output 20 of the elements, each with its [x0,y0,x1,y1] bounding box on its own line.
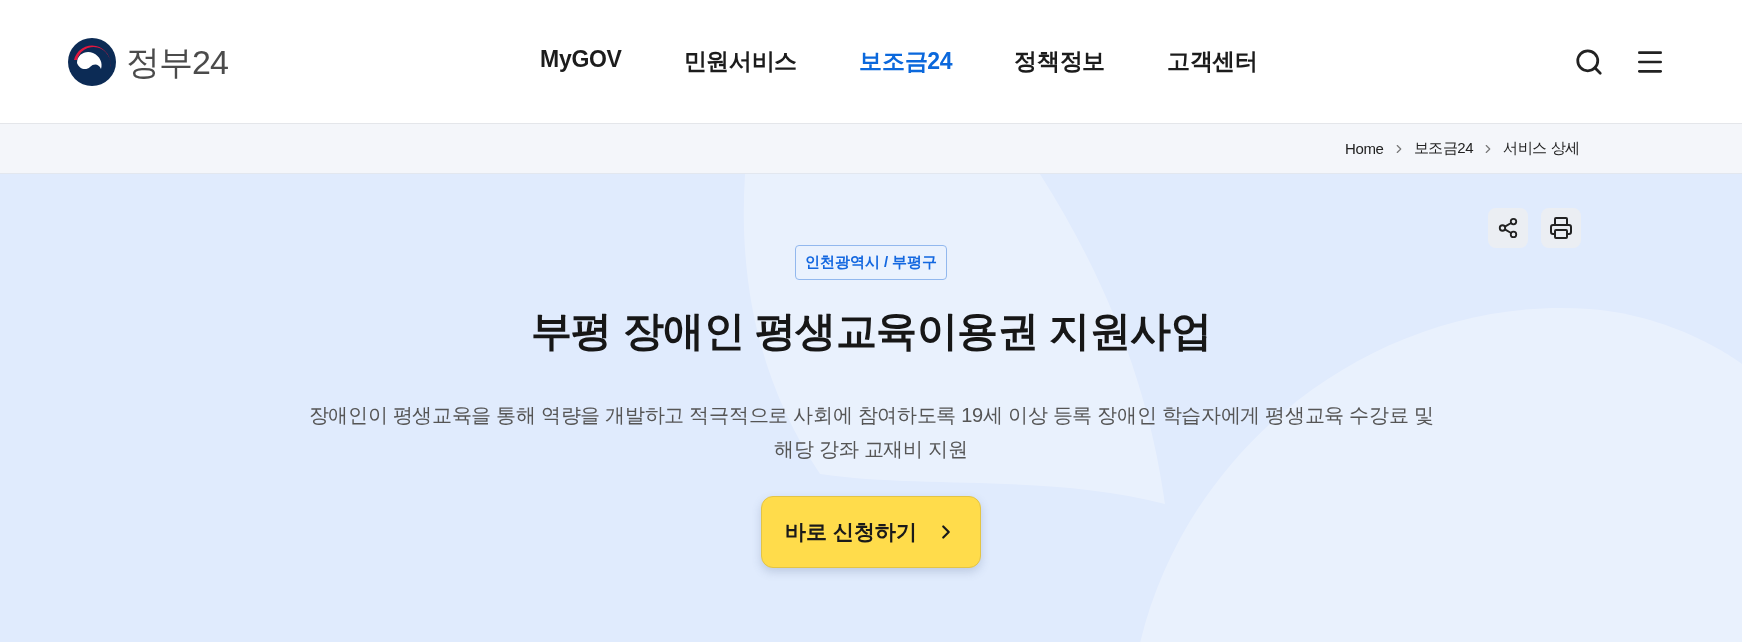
service-title: 부평 장애인 평생교육이용권 지원사업 [530,307,1212,356]
nav-link[interactable]: 정책정보 [1014,46,1106,77]
breadcrumb-link[interactable]: Home [1345,140,1384,157]
search-icon[interactable] [1574,46,1604,77]
breadcrumb-link[interactable]: 보조금24 [1413,139,1474,158]
nav-link[interactable]: 민원서비스 [683,46,798,77]
printer-icon [1549,216,1573,240]
nav-link[interactable]: 보조금24 [859,46,953,77]
emblem-logo-icon [68,37,116,86]
site-logo[interactable]: 정부24 [68,37,228,86]
share-icon [1497,217,1519,239]
nav-link[interactable]: MyGOV [540,46,622,77]
logo-text: 정부24 [126,44,228,79]
nav-link[interactable]: 고객센터 [1167,46,1258,77]
share-button[interactable] [1488,208,1528,248]
breadcrumb-link[interactable]: 서비스 상세 [1503,139,1580,158]
region-tag: 인천광역시 / 부평구 [794,245,948,280]
apply-button[interactable]: 바로 신청하기 [761,496,981,568]
print-button[interactable] [1541,208,1581,248]
service-description: 장애인이 평생교육을 통해 역량을 개발하고 적극적으로 사회에 참여하도록 19세 이상 등록 장애인 학습자에게 평생교육 수강료 및 해당 강좌 교재비 지원 [307,403,1435,462]
